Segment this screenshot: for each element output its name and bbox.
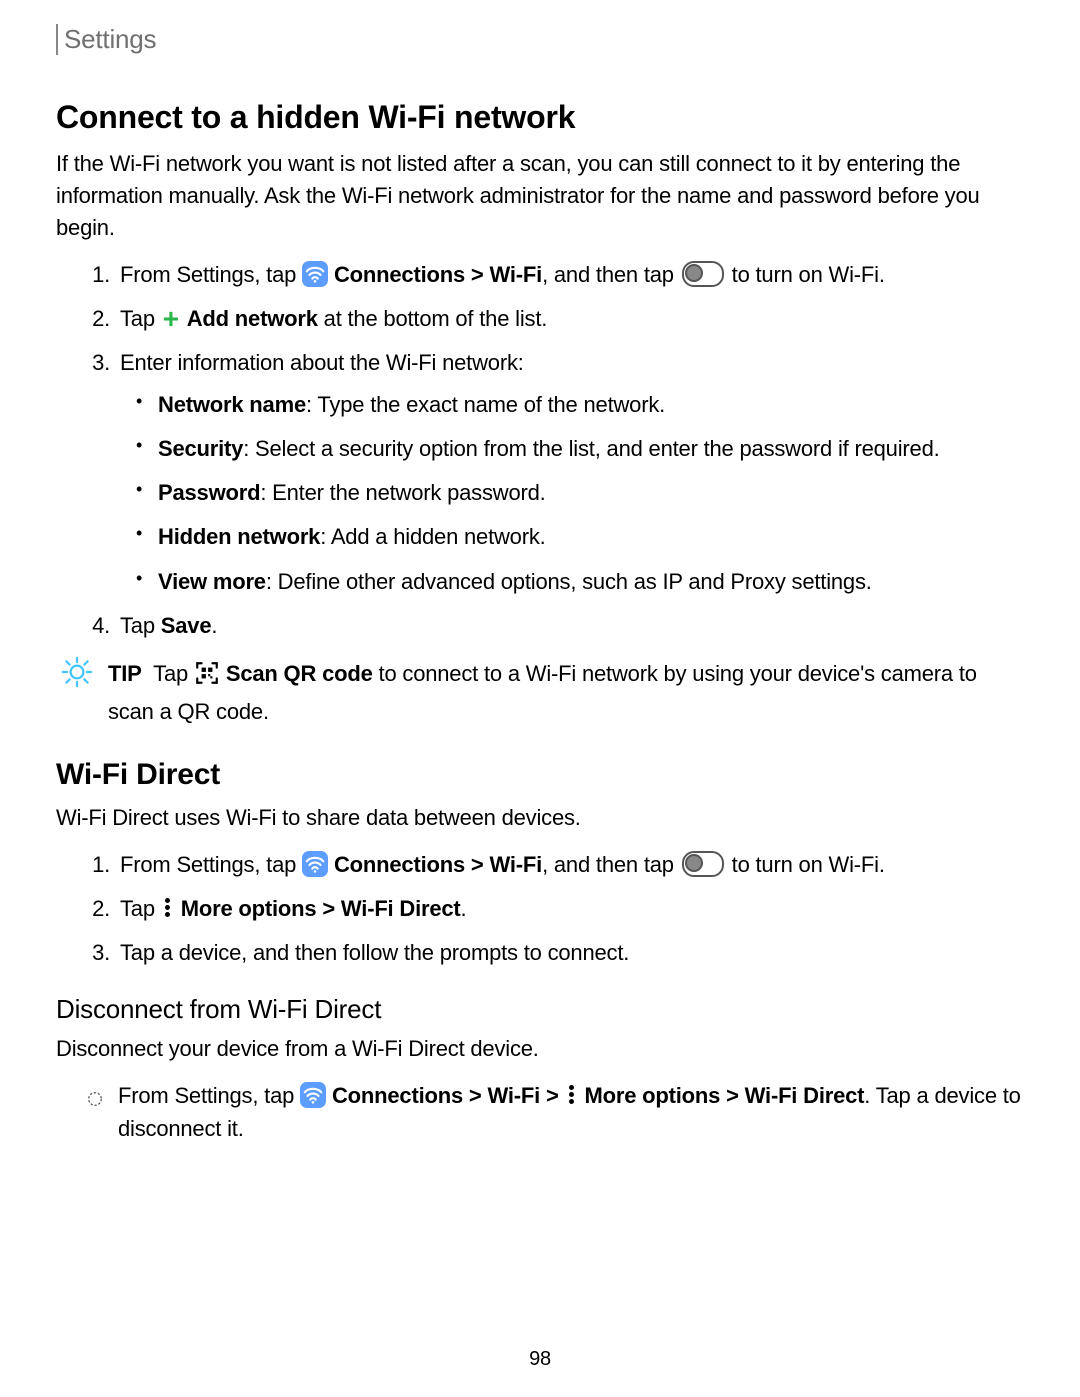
toggle-icon — [682, 261, 724, 287]
bullet-list: Network name: Type the exact name of the… — [120, 388, 1024, 598]
steps-list: From Settings, tap Connections > Wi-Fi, … — [56, 848, 1024, 970]
instruction-line: From Settings, tap Connections > Wi-Fi >… — [56, 1079, 1024, 1145]
step-1: From Settings, tap Connections > Wi-Fi, … — [116, 848, 1024, 882]
more-options-icon — [161, 896, 175, 919]
bullet-item: Security: Select a security option from … — [154, 432, 1024, 466]
document-page: Settings Connect to a hidden Wi-Fi netwo… — [0, 0, 1080, 1397]
tip-block: TIP Tap Scan QR code to connect to a Wi-… — [56, 657, 1024, 728]
more-options-icon — [565, 1083, 579, 1106]
heading-connect-hidden-wifi: Connect to a hidden Wi-Fi network — [56, 99, 1024, 136]
page-number: 98 — [0, 1348, 1080, 1371]
steps-list: From Settings, tap Connections > Wi-Fi, … — [56, 258, 1024, 643]
header-section-label: Settings — [56, 24, 1024, 55]
wifi-icon — [302, 261, 328, 287]
circle-bullet-icon — [86, 1084, 104, 1117]
step-2: Tap More options > Wi-Fi Direct. — [116, 892, 1024, 926]
bullet-item: View more: Define other advanced options… — [154, 565, 1024, 599]
step-1: From Settings, tap Connections > Wi-Fi, … — [116, 258, 1024, 292]
bullet-item: Hidden network: Add a hidden network. — [154, 520, 1024, 554]
heading-disconnect-wifi-direct: Disconnect from Wi-Fi Direct — [56, 994, 1024, 1025]
lightbulb-icon — [60, 655, 94, 698]
toggle-icon — [682, 851, 724, 877]
wifi-icon — [302, 851, 328, 877]
bullet-item: Password: Enter the network password. — [154, 476, 1024, 510]
wifi-icon — [300, 1082, 326, 1108]
bullet-item: Network name: Type the exact name of the… — [154, 388, 1024, 422]
qr-icon — [194, 660, 220, 695]
intro-paragraph: Wi-Fi Direct uses Wi-Fi to share data be… — [56, 802, 1024, 834]
heading-wifi-direct: Wi-Fi Direct — [56, 758, 1024, 792]
intro-paragraph: Disconnect your device from a Wi-Fi Dire… — [56, 1033, 1024, 1065]
step-4: Tap Save. — [116, 609, 1024, 643]
step-3: Enter information about the Wi-Fi networ… — [116, 346, 1024, 599]
tip-label: TIP — [108, 661, 142, 686]
step-3: Tap a device, and then follow the prompt… — [116, 936, 1024, 970]
step-2: Tap + Add network at the bottom of the l… — [116, 302, 1024, 336]
intro-paragraph: If the Wi-Fi network you want is not lis… — [56, 148, 1024, 244]
